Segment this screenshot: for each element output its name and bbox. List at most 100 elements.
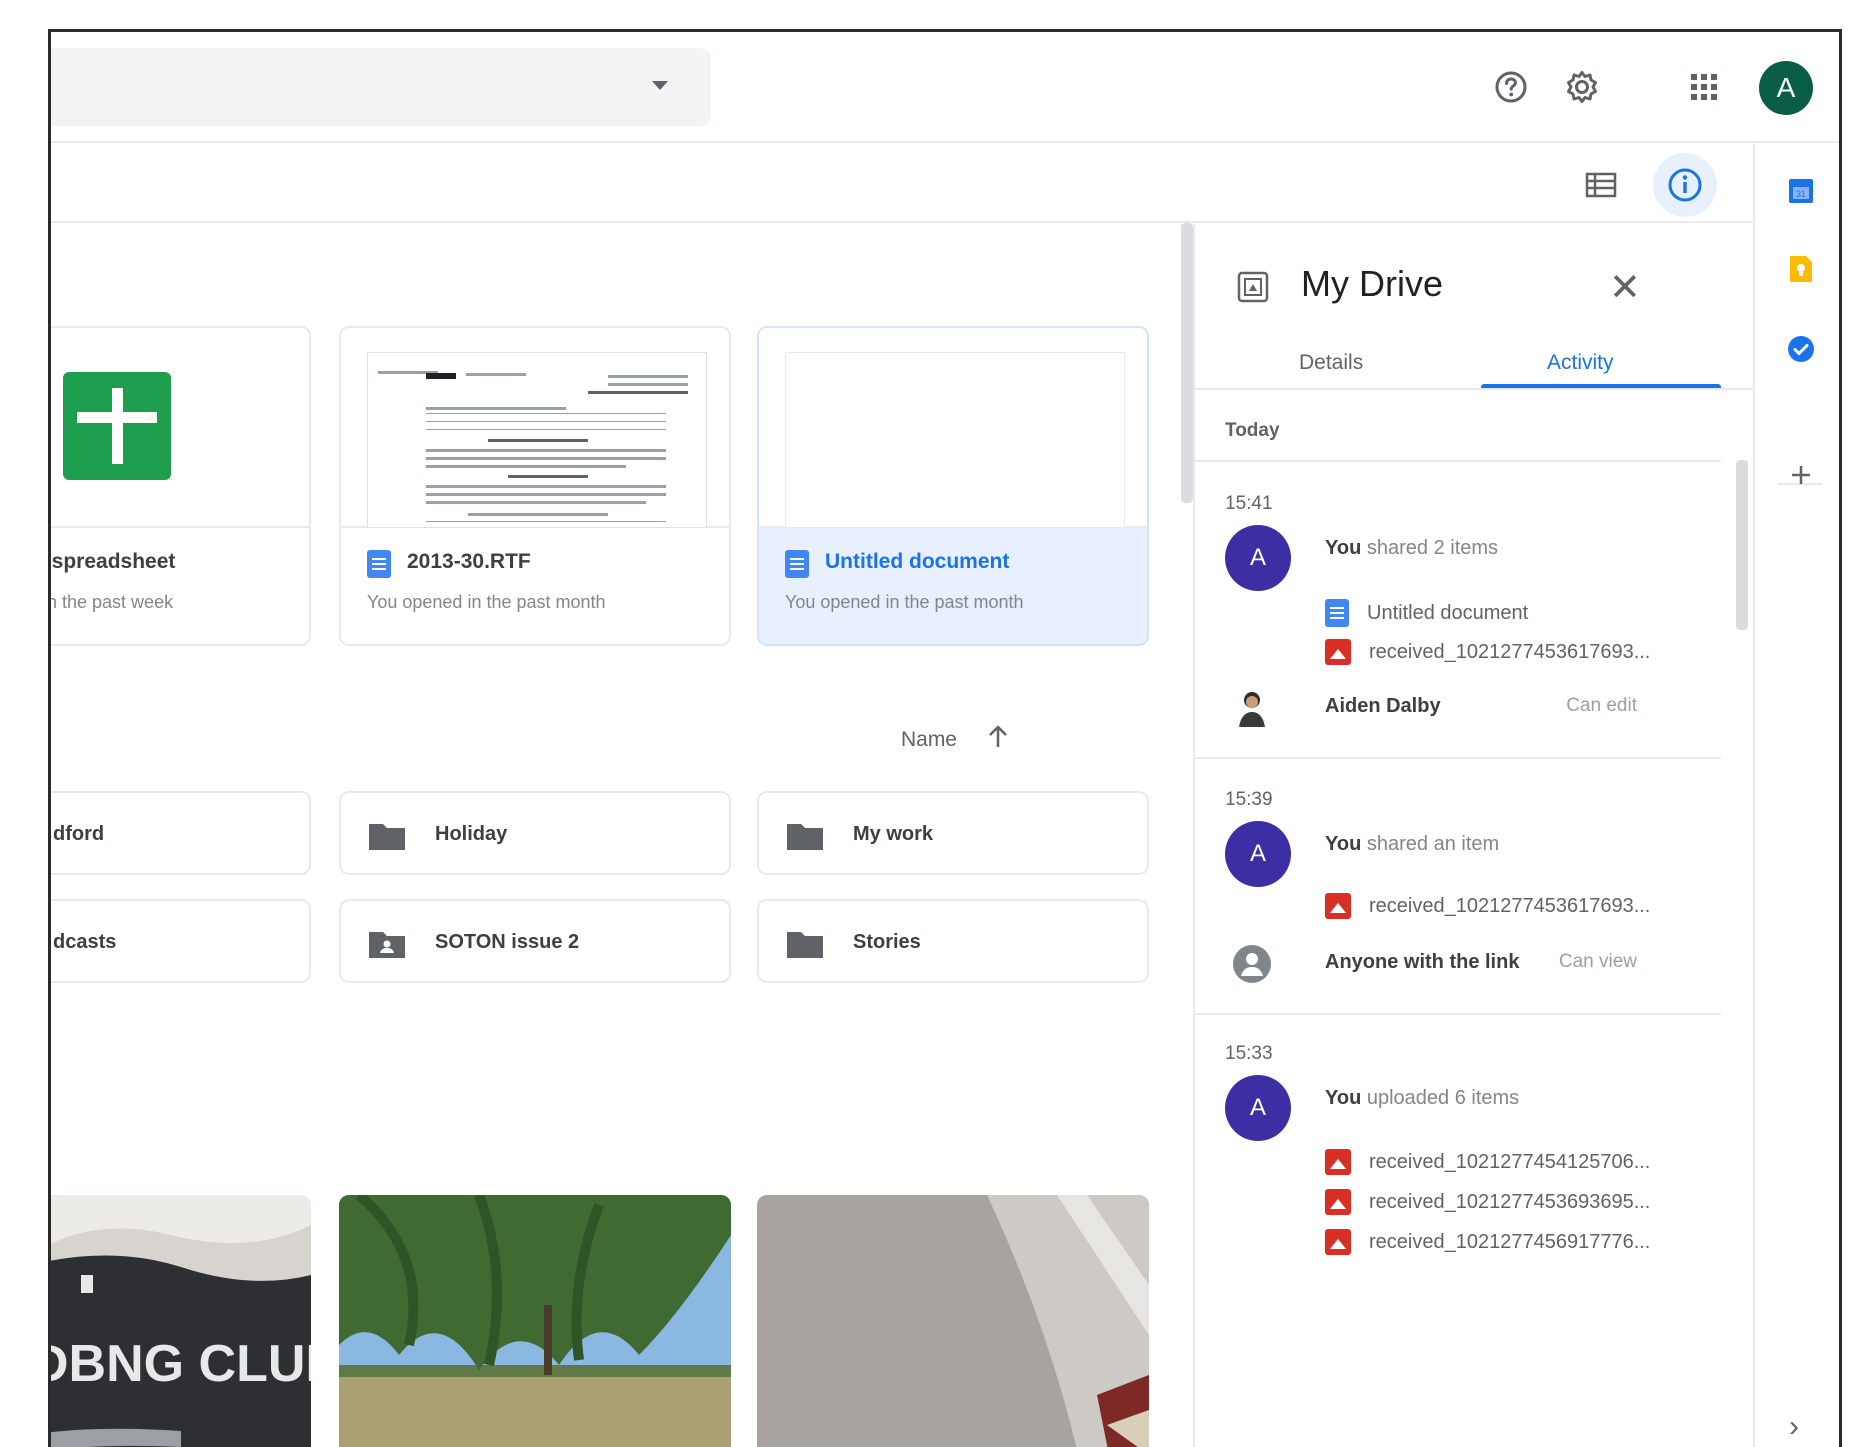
photo-tshirt[interactable]: DBNG CLUB [51,1195,311,1447]
details-panel: My Drive ✕ Details Activity Today 15:41 … [1193,223,1753,1447]
tab-divider [1195,388,1753,390]
folder-item[interactable]: dcasts [51,899,311,983]
person-permission: Can edit [1566,695,1637,716]
apps-grid-icon[interactable] [1676,59,1732,115]
avatar: A [1225,525,1291,591]
quick-access-card[interactable]: 2013-30.RTF You opened in the past month [339,326,731,646]
help-icon[interactable] [1483,59,1539,115]
folder-icon [787,822,823,855]
card-thumbnail [341,328,729,528]
activity-file[interactable]: received_1021277456917776... [1325,1229,1650,1255]
sort-control[interactable]: Name [901,725,1009,755]
person-permission: Can view [1558,951,1637,972]
tasks-icon[interactable] [1785,333,1817,365]
document-preview [785,352,1125,528]
add-icon[interactable] [1785,459,1817,491]
folder-name: Stories [853,931,921,953]
photo-park[interactable] [339,1195,731,1447]
shared-person: Anyone with the link Can view [1225,939,1695,989]
folder-name: Holiday [435,823,508,845]
person-avatar [1231,687,1273,729]
file-name: received_1021277453617693... [1369,894,1651,917]
quick-access-subtitle: You opened in the past month [367,592,606,612]
shared-folder-icon [369,930,405,963]
docs-icon [1325,599,1349,627]
avatar: A [1225,821,1291,887]
person-name: Aiden Dalby [1325,695,1441,717]
activity-file[interactable]: received_1021277453617693... [1325,639,1650,665]
panel-scrollbar[interactable] [1736,460,1748,630]
quick-access-subtitle: I in the past week [51,592,174,612]
activity-time: 15:33 [1225,1043,1273,1064]
activity-file[interactable]: Untitled document [1325,599,1528,627]
chevron-right-icon[interactable]: › [1789,1410,1799,1444]
card-thumbnail [51,328,309,528]
calendar-icon[interactable]: 31 [1785,175,1817,207]
folder-item[interactable]: dford [51,791,311,875]
image-file-icon [1325,893,1351,919]
search-bar[interactable] [51,48,711,126]
avatar: A [1225,1075,1291,1141]
folder-name: SOTON issue 2 [435,931,580,953]
folder-name: dford [53,823,105,845]
image-file-icon [1325,1189,1351,1215]
quick-access-name: Untitled document [825,550,1010,573]
folder-name: My work [853,823,934,845]
activity-description: You shared an item [1325,833,1500,855]
folder-icon [369,822,405,855]
file-name: received_1021277456917776... [1369,1230,1651,1253]
person-name: Anyone with the link [1325,951,1520,973]
file-name: received_1021277453693695... [1369,1190,1651,1213]
activity-section-label: Today [1225,420,1280,441]
docs-icon [367,550,391,578]
shared-person: Aiden Dalby Can edit [1225,683,1695,733]
folder-item[interactable]: My work [757,791,1149,875]
document-preview [367,352,707,528]
file-name: Untitled document [1367,601,1529,624]
quick-access-card-selected[interactable]: Untitled document You opened in the past… [757,326,1149,646]
drive-icon [1237,271,1269,308]
account-avatar[interactable]: A [1759,61,1813,115]
gear-icon[interactable] [1554,59,1610,115]
activity-description: You uploaded 6 items [1325,1087,1520,1109]
new-spreadsheet-icon [63,372,171,480]
activity-file[interactable]: received_1021277453617693... [1325,893,1650,919]
quick-access-card[interactable]: d spreadsheet I in the past week [51,326,311,646]
person-placeholder-icon [1231,943,1273,985]
activity-file[interactable]: received_1021277453693695... [1325,1189,1650,1215]
app-window: A 31 d spreadsheet [48,29,1842,1447]
file-name: received_1021277453617693... [1369,640,1651,663]
info-icon[interactable] [1653,153,1717,217]
divider [1195,460,1721,462]
activity-description: You shared 2 items [1325,537,1499,559]
sort-label[interactable]: Name [901,728,957,752]
svg-text:31: 31 [1796,189,1806,199]
keep-icon[interactable] [1785,253,1817,285]
folder-item[interactable]: SOTON issue 2 [339,899,731,983]
docs-icon [785,550,809,578]
side-rail: 31 [1753,143,1839,1447]
activity-time: 15:39 [1225,789,1273,810]
folder-item[interactable]: Holiday [339,791,731,875]
main-scrollbar[interactable] [1181,223,1193,503]
tab-activity[interactable]: Activity [1547,351,1614,375]
image-file-icon [1325,1149,1351,1175]
folder-item[interactable]: Stories [757,899,1149,983]
file-name: received_1021277454125706... [1369,1150,1651,1173]
panel-title: My Drive [1301,263,1443,304]
quick-access-name: 2013-30.RTF [407,550,531,573]
photo-text: DBNG CLUB [51,1335,311,1393]
divider [1195,757,1721,759]
search-options-chevron-icon[interactable] [652,81,668,90]
top-bar: A [51,32,1839,143]
list-view-icon[interactable] [1579,163,1623,207]
tab-details[interactable]: Details [1299,351,1363,375]
folder-icon [787,930,823,963]
arrow-up-icon[interactable] [987,725,1009,755]
image-file-icon [1325,639,1351,665]
activity-file[interactable]: received_1021277454125706... [1325,1149,1650,1175]
main-content: d spreadsheet I in the past week [51,223,1193,1447]
view-toolbar [51,143,1753,223]
photo-carpet[interactable] [757,1195,1149,1447]
close-icon[interactable]: ✕ [1609,269,1641,307]
